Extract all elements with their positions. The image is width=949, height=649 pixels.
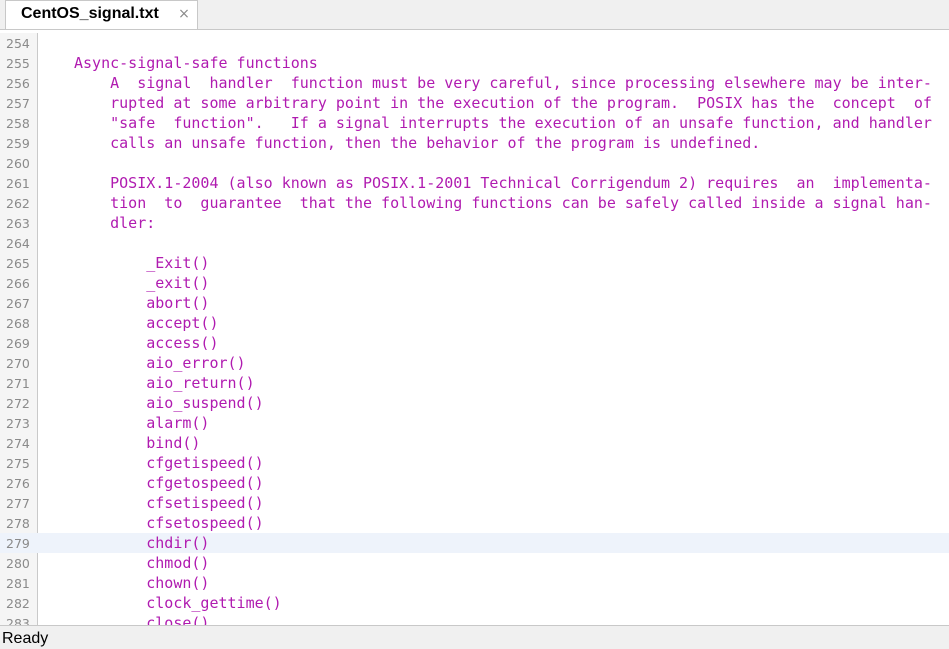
line-text[interactable]: cfsetospeed() (74, 514, 263, 532)
line-number: 278 (6, 516, 30, 531)
status-bar: Ready (0, 625, 949, 649)
editor-line[interactable]: 271 aio_return() (0, 373, 949, 393)
editor-line[interactable]: 262 tion to guarantee that the following… (0, 193, 949, 213)
line-number: 279 (6, 536, 30, 551)
editor-line[interactable]: 275 cfgetispeed() (0, 453, 949, 473)
line-text[interactable]: _Exit() (74, 254, 209, 272)
line-number: 269 (6, 336, 30, 351)
line-text[interactable]: close() (74, 614, 209, 625)
tab-centos-signal[interactable]: CentOS_signal.txt × (5, 0, 198, 29)
line-number: 271 (6, 376, 30, 391)
line-text[interactable]: chmod() (74, 554, 209, 572)
line-text[interactable]: Async-signal-safe functions (74, 54, 318, 72)
line-text[interactable]: A signal handler function must be very c… (74, 74, 932, 92)
line-text[interactable]: dler: (74, 214, 155, 232)
editor-line[interactable]: 283 close() (0, 613, 949, 625)
line-number: 258 (6, 116, 30, 131)
line-number: 268 (6, 316, 30, 331)
line-number: 282 (6, 596, 30, 611)
line-text[interactable]: abort() (74, 294, 209, 312)
editor-line[interactable]: 273 alarm() (0, 413, 949, 433)
editor-line[interactable]: 278 cfsetospeed() (0, 513, 949, 533)
line-text[interactable]: access() (74, 334, 218, 352)
close-icon[interactable]: × (176, 5, 192, 23)
line-number: 257 (6, 96, 30, 111)
line-number: 281 (6, 576, 30, 591)
line-number: 273 (6, 416, 30, 431)
editor-line[interactable]: 272 aio_suspend() (0, 393, 949, 413)
editor-line[interactable]: 261 POSIX.1-2004 (also known as POSIX.1-… (0, 173, 949, 193)
editor-line[interactable]: 265 _Exit() (0, 253, 949, 273)
line-text[interactable]: POSIX.1-2004 (also known as POSIX.1-2001… (74, 174, 932, 192)
line-number: 256 (6, 76, 30, 91)
line-text[interactable]: bind() (74, 434, 200, 452)
line-text[interactable]: clock_gettime() (74, 594, 281, 612)
editor-line[interactable]: 270 aio_error() (0, 353, 949, 373)
editor-line[interactable]: 266 _exit() (0, 273, 949, 293)
editor-line[interactable]: 256 A signal handler function must be ve… (0, 73, 949, 93)
line-text[interactable]: aio_suspend() (74, 394, 263, 412)
editor-line[interactable]: 260 (0, 153, 949, 173)
line-number: 263 (6, 216, 30, 231)
editor-line[interactable]: 269 access() (0, 333, 949, 353)
editor-line[interactable]: 267 abort() (0, 293, 949, 313)
line-text[interactable]: aio_return() (74, 374, 254, 392)
line-number: 272 (6, 396, 30, 411)
editor-line[interactable]: 282 clock_gettime() (0, 593, 949, 613)
editor-line[interactable]: 274 bind() (0, 433, 949, 453)
line-text[interactable]: _exit() (74, 274, 209, 292)
editor-line[interactable]: 258 "safe function". If a signal interru… (0, 113, 949, 133)
editor-line[interactable]: 254 (0, 33, 949, 53)
line-text[interactable]: alarm() (74, 414, 209, 432)
line-number: 270 (6, 356, 30, 371)
line-number: 264 (6, 236, 30, 251)
line-number: 277 (6, 496, 30, 511)
editor-line[interactable]: 279 chdir() (0, 533, 949, 553)
line-text[interactable]: aio_error() (74, 354, 245, 372)
line-number: 280 (6, 556, 30, 571)
editor-line[interactable]: 276 cfgetospeed() (0, 473, 949, 493)
line-number: 283 (6, 616, 30, 625)
line-text[interactable]: calls an unsafe function, then the behav… (74, 134, 760, 152)
text-editor[interactable]: 254 255 Async-signal-safe functions 256 A s… (0, 33, 949, 625)
line-number: 260 (6, 156, 30, 171)
line-number: 275 (6, 456, 30, 471)
line-text[interactable]: rupted at some arbitrary point in the ex… (74, 94, 932, 112)
editor-line[interactable]: 280 chmod() (0, 553, 949, 573)
line-number: 265 (6, 256, 30, 271)
editor-line[interactable]: 268 accept() (0, 313, 949, 333)
line-number: 276 (6, 476, 30, 491)
editor-line[interactable]: 257 rupted at some arbitrary point in th… (0, 93, 949, 113)
line-text[interactable]: cfgetospeed() (74, 474, 263, 492)
line-number: 259 (6, 136, 30, 151)
editor-line[interactable]: 264 (0, 233, 949, 253)
editor-line[interactable]: 263 dler: (0, 213, 949, 233)
line-number: 261 (6, 176, 30, 191)
line-text[interactable]: chown() (74, 574, 209, 592)
line-text[interactable]: cfgetispeed() (74, 454, 263, 472)
line-number: 267 (6, 296, 30, 311)
line-text[interactable]: tion to guarantee that the following fun… (74, 194, 932, 212)
editor-line[interactable]: 281 chown() (0, 573, 949, 593)
line-number: 274 (6, 436, 30, 451)
line-text[interactable]: "safe function". If a signal interrupts … (74, 114, 932, 132)
line-number: 262 (6, 196, 30, 211)
line-text[interactable]: cfsetispeed() (74, 494, 263, 512)
line-number: 254 (6, 36, 30, 51)
line-number: 255 (6, 56, 30, 71)
tab-bar: CentOS_signal.txt × (0, 0, 949, 30)
status-text: Ready (2, 630, 49, 647)
line-text[interactable]: chdir() (74, 534, 209, 552)
editor-line[interactable]: 259 calls an unsafe function, then the b… (0, 133, 949, 153)
editor-line[interactable]: 277 cfsetispeed() (0, 493, 949, 513)
line-number: 266 (6, 276, 30, 291)
line-text[interactable]: accept() (74, 314, 218, 332)
tab-title[interactable]: CentOS_signal.txt (21, 5, 159, 23)
editor-line[interactable]: 255 Async-signal-safe functions (0, 53, 949, 73)
